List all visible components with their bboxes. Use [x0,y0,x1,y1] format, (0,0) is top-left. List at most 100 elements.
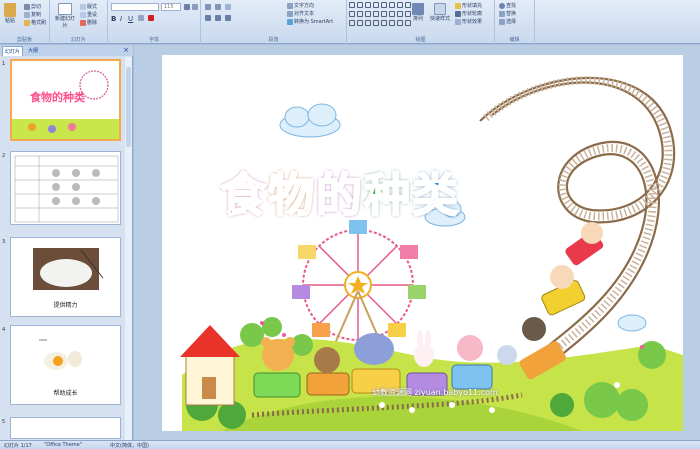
delete-button[interactable]: 删除 [80,19,97,26]
align-left-button[interactable] [205,15,211,21]
indent-icon [225,4,231,10]
bold-icon: B [111,15,117,23]
slide-counter: 幻灯片 1/17 [4,443,32,449]
replace-icon [499,10,505,17]
numbering-button[interactable] [215,4,221,10]
slides-pane: 幻灯片 大纲 × 1 食物的种类 2 3 提供精力 4 帮助成长 5 [0,45,133,440]
language-indicator[interactable]: 中文(简体，中国) [110,442,149,449]
find-icon [499,2,505,9]
shadow-icon [138,15,144,21]
slide-title[interactable]: 食 物 的 种 类 [219,159,459,225]
watermark-text: 幼教资源网 ziyuan.babyo11.com [372,388,498,397]
new-slide-icon [58,3,72,15]
underline-icon: U [128,15,134,23]
quick-styles-icon [434,3,446,15]
font-color-button[interactable] [148,15,154,21]
slide-1-thumb-title: 食物的种类 [30,91,85,104]
arrange-button[interactable]: 排列 [412,3,424,22]
close-icon[interactable]: × [123,46,129,54]
bullets-button[interactable] [205,4,211,10]
align-right-button[interactable] [225,15,231,21]
layout-icon [80,3,86,10]
title-char-1: 食 [219,167,267,223]
new-slide-button[interactable]: 新建幻灯片 [54,3,76,29]
shrink-font-icon [192,4,198,10]
title-char-4: 种 [363,167,411,223]
font-size-combo[interactable]: 115 [161,3,181,11]
layout-button[interactable]: 版式 [80,3,97,10]
slide-thumb-4[interactable]: 帮助成长 [10,325,121,405]
text-direction-icon [287,2,293,9]
tab-slides[interactable]: 幻灯片 [2,46,24,56]
text-direction-button[interactable]: 文字方向 [287,2,314,9]
main-slide[interactable]: 食 物 的 种 类 幼教资源网 ziyuan.babyo11.com [162,55,683,431]
reset-icon [80,11,86,18]
bold-button[interactable]: B [111,15,116,23]
slide-editor: 食 物 的 种 类 幼教资源网 ziyuan.babyo11.com [134,45,700,440]
arrange-icon [412,3,424,15]
ribbon: 粘贴 剪切 复制 格式刷 剪贴板 新建幻灯片 版式 重设 删除 幻灯片 115 … [0,0,700,44]
slide-number: 5 [2,419,6,425]
select-icon [499,18,505,25]
smartart-button[interactable]: 转换为 SmartArt [287,18,333,25]
find-button[interactable]: 查找 [499,2,516,9]
align-text-icon [287,10,293,17]
tab-outline[interactable]: 大纲 [26,46,40,56]
title-char-3: 的 [315,167,363,223]
bullets-icon [205,4,211,10]
grow-font-button[interactable] [184,4,190,10]
shape-fill-button[interactable]: 形状填充 [455,2,482,9]
numbering-icon [215,4,221,10]
slide-thumb-1[interactable]: 食物的种类 [10,59,121,141]
paragraph-group: 文字方向 对齐文本 转换为 SmartArt 段落 [201,0,347,44]
brush-icon [24,19,30,26]
pane-scrollbar[interactable] [125,57,132,440]
quick-styles-button[interactable]: 快速样式 [430,3,450,22]
drawing-label: 绘图 [415,37,426,43]
paragraph-label: 段落 [268,37,279,43]
copy-button[interactable]: 复制 [24,11,41,18]
outline-icon [455,10,461,17]
slide-number: 2 [2,153,6,159]
slide-2-preview [11,152,120,224]
title-char-2: 物 [267,167,315,223]
align-left-icon [205,15,211,21]
theme-name[interactable]: "Office Theme" [44,442,82,448]
shape-effects-button[interactable]: 形状效果 [455,18,482,25]
cut-button[interactable]: 剪切 [24,3,41,10]
shrink-font-button[interactable] [192,4,198,10]
align-center-button[interactable] [215,15,221,21]
slide-number: 1 [2,61,6,67]
italic-button[interactable]: I [120,15,122,23]
slide-number: 3 [2,239,6,245]
scrollbar-thumb[interactable] [126,67,131,147]
slides-label: 幻灯片 [70,37,86,43]
title-char-5: 类 [411,167,459,223]
smartart-icon [287,18,293,25]
pane-tabs: 幻灯片 大纲 × [0,45,133,56]
underline-button[interactable]: U [128,15,133,23]
align-text-button[interactable]: 对齐文本 [287,10,314,17]
align-center-icon [215,15,221,21]
shape-outline-button[interactable]: 形状轮廓 [455,10,482,17]
replace-button[interactable]: 替换 [499,10,516,17]
paste-icon [4,3,16,17]
decrease-indent-button[interactable] [225,4,231,10]
font-label: 字体 [148,37,159,43]
slide-thumb-3[interactable]: 提供精力 [10,237,121,317]
format-painter-button[interactable]: 格式刷 [24,19,46,26]
clipboard-label: 剪贴板 [16,37,32,43]
slide-number: 4 [2,327,6,333]
paste-button[interactable]: 粘贴 [4,3,16,24]
font-color-icon [148,15,154,21]
font-name-combo[interactable] [111,3,159,11]
shapes-gallery[interactable] [349,2,411,28]
slide-3-caption: 提供精力 [53,302,78,309]
shadow-button[interactable] [138,15,144,21]
align-right-icon [225,15,231,21]
reset-button[interactable]: 重设 [80,11,97,18]
delete-icon [80,19,86,26]
slide-thumb-2[interactable] [10,151,121,225]
slide-thumb-5[interactable] [10,417,121,439]
select-button[interactable]: 选择 [499,18,516,25]
